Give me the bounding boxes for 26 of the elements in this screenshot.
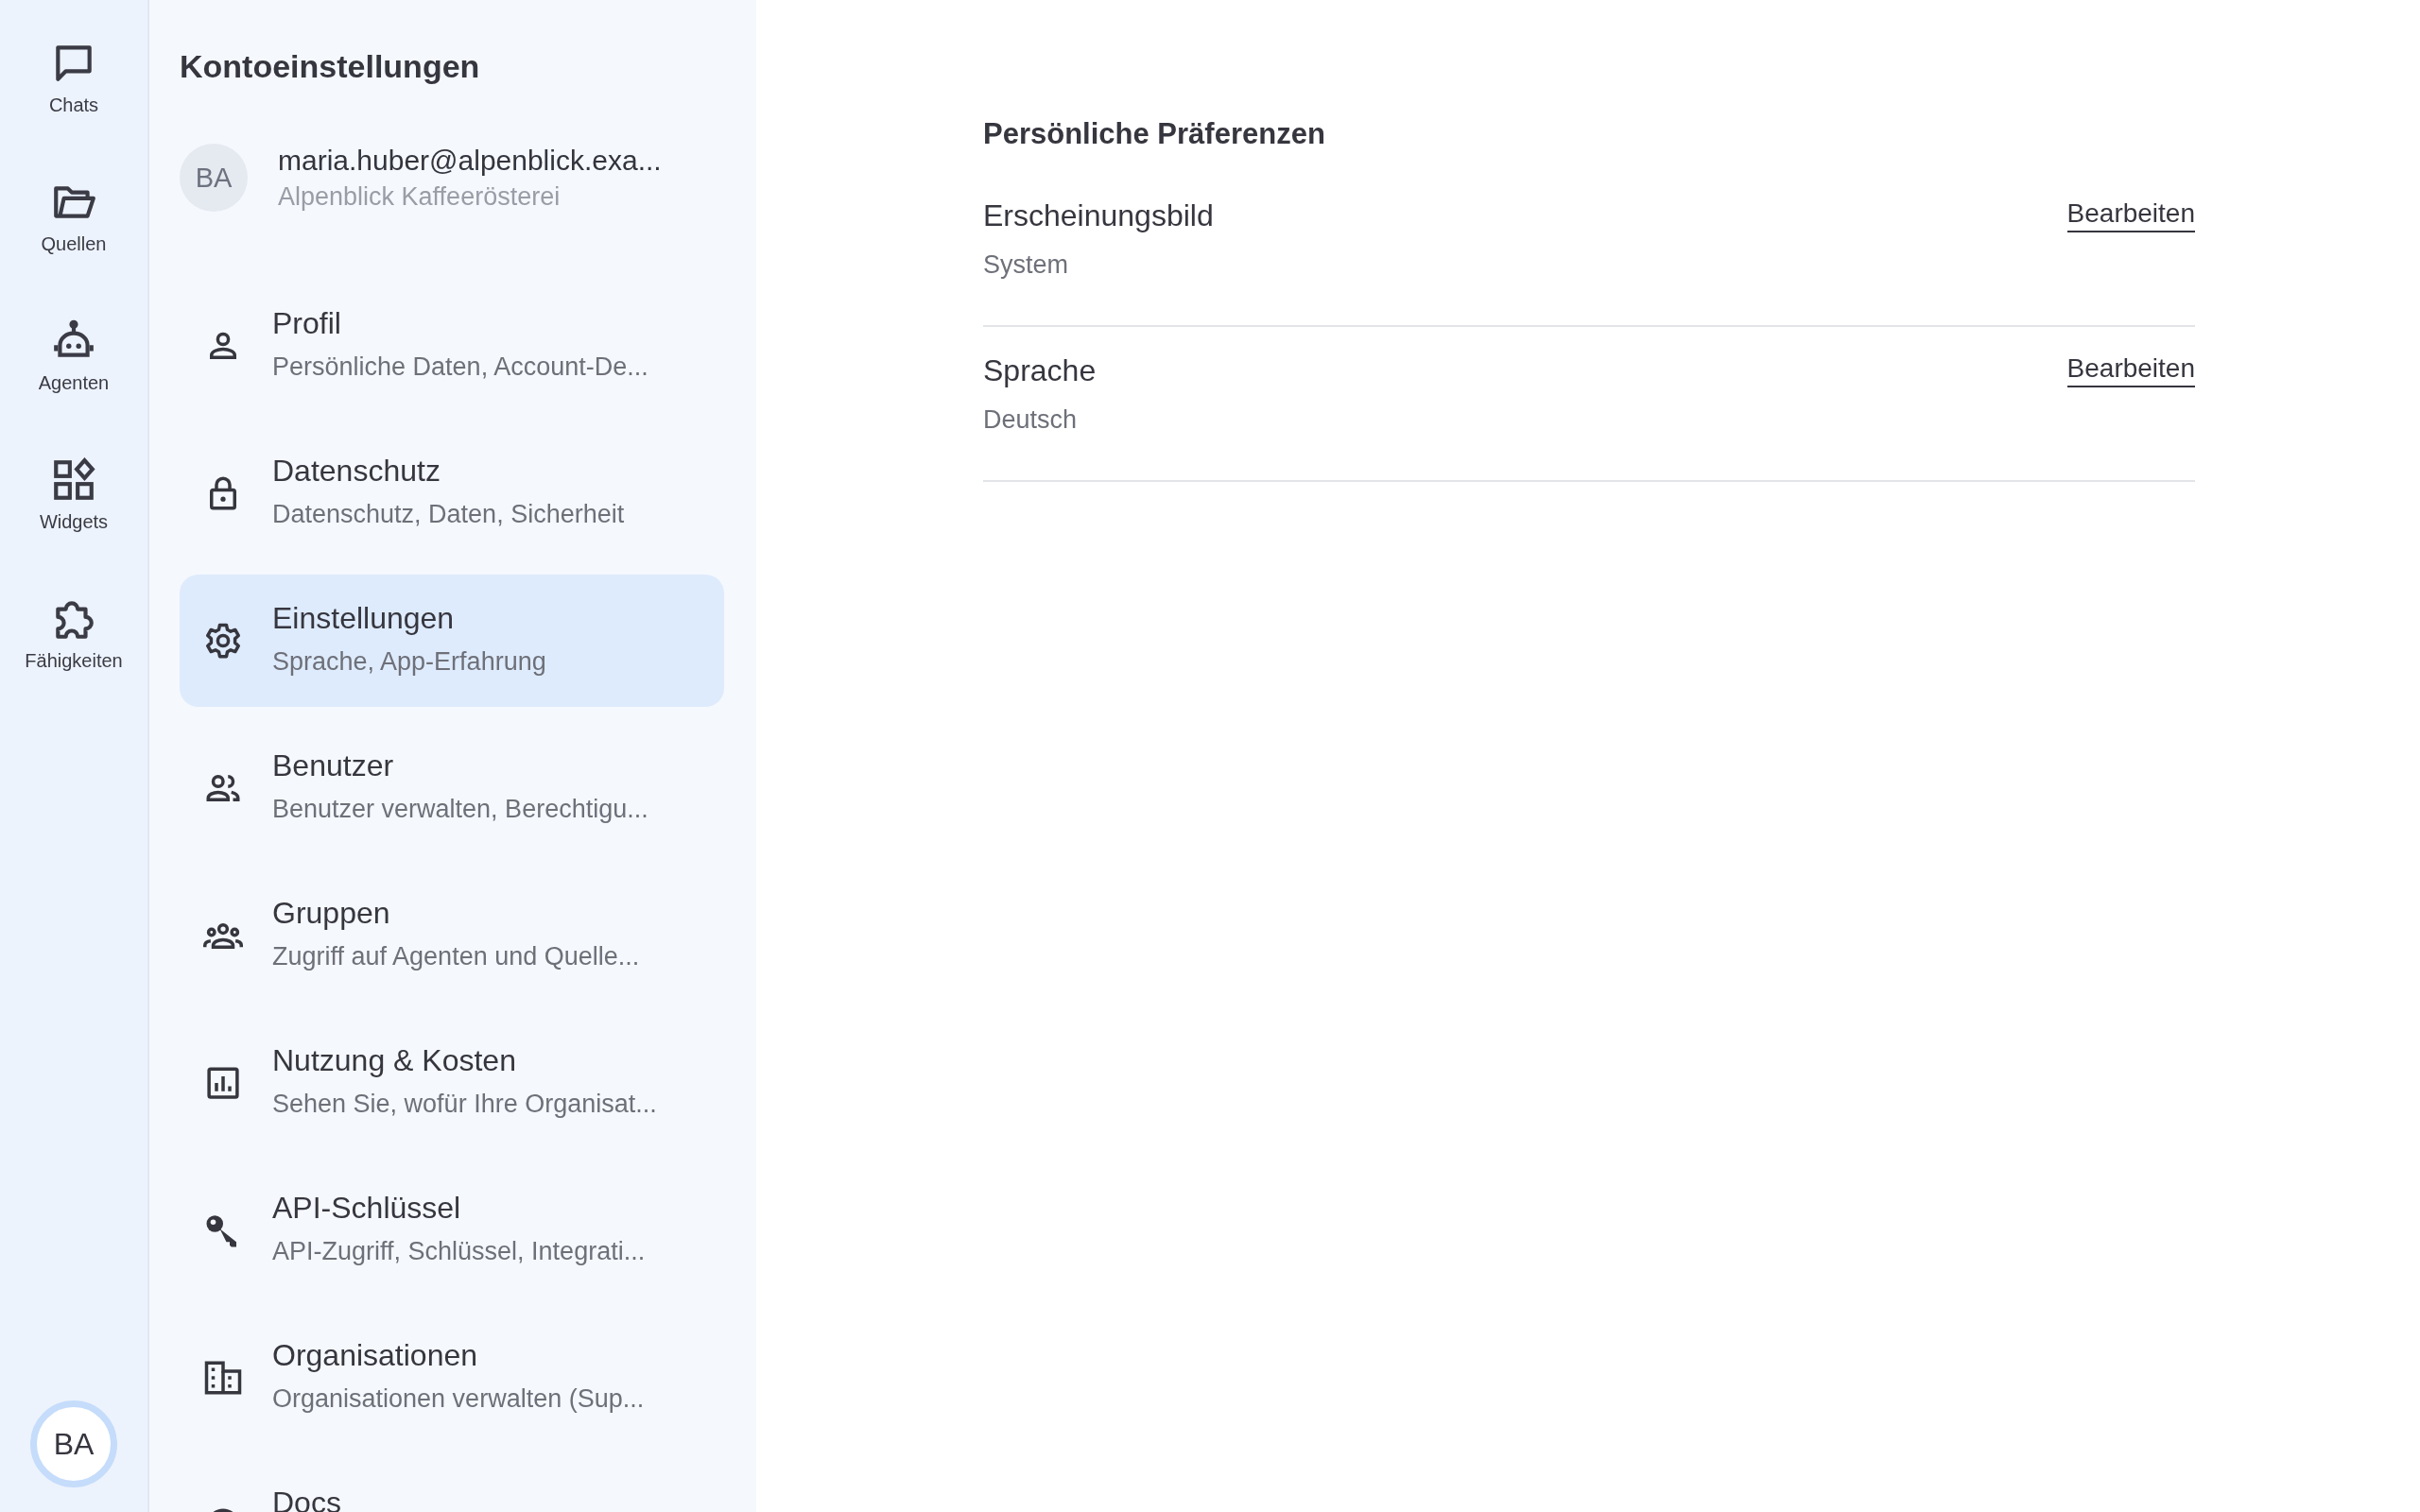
settings-menu-item[interactable]: Organisationen Organisationen verwalten (Sup... <box>180 1312 724 1444</box>
edit-link[interactable]: Bearbeiten <box>2066 198 2195 232</box>
setting-value: System <box>983 250 1070 280</box>
user-avatar[interactable]: BA <box>30 1400 117 1487</box>
section-heading: Persönliche Präferenzen <box>983 117 1326 151</box>
account-avatar: BA <box>180 144 248 212</box>
settings-menu-item[interactable]: Gruppen Zugriff auf Agenten und Quelle... <box>180 869 724 1002</box>
setting-label: Erscheinungsbild <box>983 198 1214 233</box>
account-email: maria.huber@alpenblick.exa... <box>278 144 662 177</box>
edit-link[interactable]: Bearbeiten <box>2066 353 2195 387</box>
settings-menu-item[interactable]: Profil Persönliche Daten, Account-De... <box>180 280 724 412</box>
settings-icon <box>203 621 243 661</box>
setting-label: Sprache <box>983 353 1097 388</box>
settings-menu-item[interactable]: Datenschutz Datenschutz, Daten, Sicherheit <box>180 427 724 559</box>
settings-menu-item[interactable]: Einstellungen Sprache, App-Erfahrung <box>180 575 724 707</box>
rail-nav-item[interactable]: Quellen <box>19 175 129 259</box>
settings-menu-item[interactable]: Benutzer Benutzer verwalten, Berechtigu... <box>180 722 724 854</box>
account-organization: Alpenblick Kaffeerösterei <box>278 181 562 212</box>
rail-nav-item[interactable]: Agenten <box>19 314 129 398</box>
rail-nav-item[interactable]: Chats <box>19 36 129 120</box>
settings-menu-item[interactable]: API-Schlüssel API-Zugriff, Schlüssel, Integrati... <box>180 1164 724 1297</box>
sidebar-title: Kontoeinstellungen <box>180 47 481 86</box>
rail-nav-item[interactable]: Fähigkeiten <box>19 592 129 676</box>
settings-menu-item[interactable]: Nutzung & Kosten Sehen Sie, wofür Ihre Organisat... <box>180 1017 724 1149</box>
rail-nav-item[interactable]: Widgets <box>19 453 129 537</box>
setting-value: Deutsch <box>983 405 1079 435</box>
